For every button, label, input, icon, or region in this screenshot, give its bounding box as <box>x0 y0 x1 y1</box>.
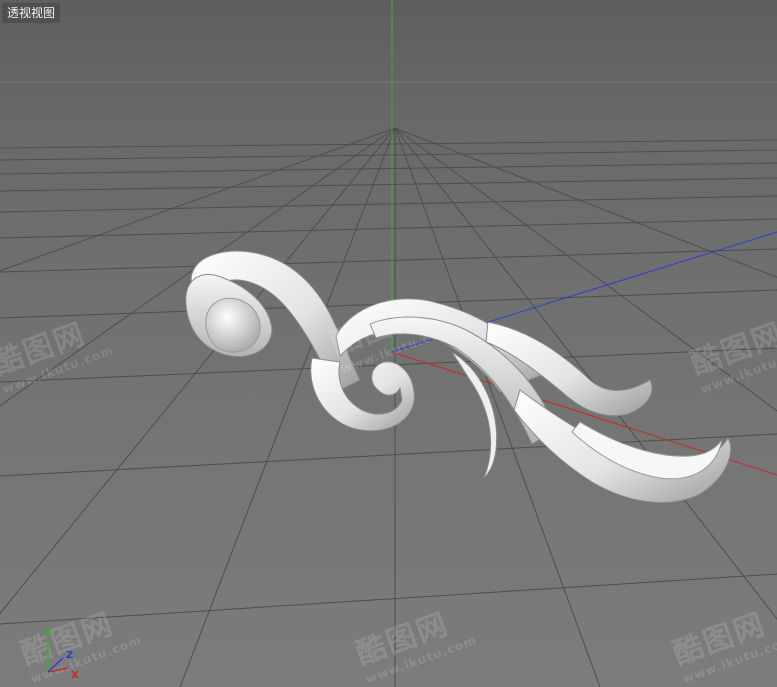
axis-gizmo: Y Z X <box>8 628 88 684</box>
gizmo-z-label: Z <box>66 650 74 661</box>
gizmo-y-label: Y <box>44 629 52 640</box>
viewport-title[interactable]: 透视视图 <box>2 3 61 23</box>
gizmo-x-label: X <box>71 670 79 681</box>
perspective-viewport[interactable]: 透视视图 酷图网 www.ikutu.com 酷图网 www.ikutu.com… <box>0 0 777 687</box>
scroll-ornament-object[interactable] <box>185 250 732 504</box>
